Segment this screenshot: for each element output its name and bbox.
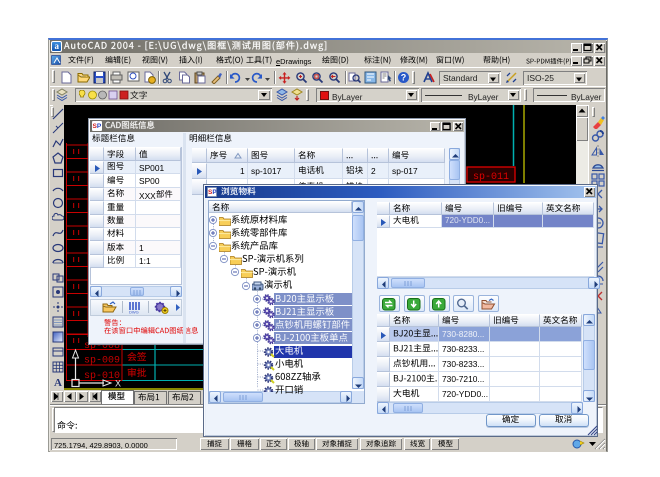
svg-text:?: ? <box>401 73 407 83</box>
svg-text:A: A <box>54 377 62 388</box>
svg-text:sp-011: sp-011 <box>473 172 509 183</box>
svg-text:DWG: DWG <box>129 310 139 315</box>
svg-text:X: X <box>115 379 121 389</box>
